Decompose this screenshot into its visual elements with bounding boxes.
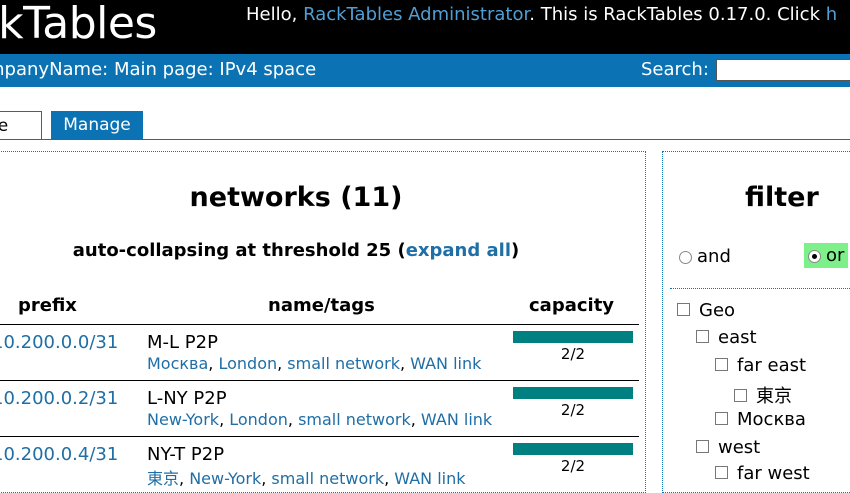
- greeting-suffix: . This is RackTables 0.17.0. Click: [529, 4, 826, 25]
- tag-link[interactable]: small network: [298, 410, 411, 429]
- tag-link[interactable]: WAN link: [421, 410, 492, 429]
- tag-link[interactable]: WAN link: [394, 469, 465, 488]
- and-radio[interactable]: [679, 250, 692, 264]
- tag-tree-item[interactable]: far east: [715, 355, 806, 376]
- table-header-rule: [0, 324, 639, 325]
- and-label: and: [697, 246, 731, 267]
- tab-divider: [0, 139, 850, 140]
- tag-label: west: [718, 437, 761, 458]
- tag-tree-item[interactable]: Geo: [677, 300, 735, 321]
- tag-tree-item[interactable]: far west: [715, 463, 810, 484]
- tag-link[interactable]: small network: [287, 354, 400, 373]
- search-label: Search:: [641, 59, 709, 80]
- user-profile-link[interactable]: RackTables Administrator: [303, 4, 529, 25]
- network-tags: Москва, London, small network, WAN link: [147, 354, 482, 373]
- tag-link[interactable]: small network: [271, 469, 384, 488]
- column-header-prefix[interactable]: prefix: [18, 295, 77, 316]
- filter-or-option[interactable]: or: [804, 243, 849, 268]
- network-name: NY-T P2P: [147, 444, 225, 465]
- tag-checkbox[interactable]: [677, 302, 690, 316]
- filter-and-option[interactable]: and: [679, 246, 731, 267]
- tag-link[interactable]: Москва: [147, 354, 208, 373]
- help-link[interactable]: h: [826, 4, 837, 25]
- filter-title: filter: [745, 182, 819, 213]
- column-header-capacity[interactable]: capacity: [529, 295, 614, 316]
- capacity-bar: [513, 443, 633, 455]
- expand-all-link[interactable]: expand all: [406, 240, 511, 261]
- row-divider: [0, 436, 639, 437]
- tag-tree-item[interactable]: west: [696, 437, 760, 458]
- tab-manage[interactable]: Manage: [51, 111, 143, 139]
- collapse-close: ): [511, 240, 520, 261]
- tag-link[interactable]: London: [229, 410, 288, 429]
- column-header-name-tags[interactable]: name/tags: [268, 295, 375, 316]
- capacity-fill: [513, 387, 633, 399]
- tag-link[interactable]: New-York: [147, 410, 219, 429]
- greeting-prefix: Hello,: [246, 4, 304, 25]
- tag-tree-item[interactable]: east: [696, 327, 757, 348]
- tag-label: east: [718, 327, 757, 348]
- tag-label: Москва: [737, 409, 806, 430]
- top-header: ackTables Hello, RackTables Administrato…: [0, 0, 850, 54]
- network-tags: 東京, New-York, small network, WAN link: [147, 469, 466, 488]
- greeting: Hello, RackTables Administrator. This is…: [246, 4, 837, 25]
- network-prefix-link[interactable]: 10.200.0.4/31: [0, 444, 118, 465]
- collapse-text: auto-collapsing at threshold 25 (: [72, 240, 406, 261]
- capacity-text: 2/2: [560, 401, 586, 419]
- network-tags: New-York, London, small network, WAN lin…: [147, 410, 493, 429]
- tag-checkbox[interactable]: [715, 411, 728, 425]
- capacity-fill: [513, 443, 633, 455]
- tag-link[interactable]: WAN link: [410, 354, 481, 373]
- tag-label: 東京: [756, 386, 792, 407]
- network-prefix-link[interactable]: 10.200.0.2/31: [0, 388, 118, 409]
- capacity-text: 2/2: [560, 345, 586, 363]
- tag-tree-item[interactable]: 東京: [734, 382, 792, 408]
- or-label: or: [826, 245, 845, 266]
- tag-label: far east: [737, 355, 807, 376]
- tag-tree-item[interactable]: Москва: [715, 409, 806, 430]
- row-divider: [0, 380, 639, 381]
- tag-link[interactable]: New-York: [189, 469, 261, 488]
- tag-label: Geo: [699, 300, 736, 321]
- tag-checkbox[interactable]: [734, 388, 747, 402]
- tag-checkbox[interactable]: [715, 357, 728, 371]
- tag-checkbox[interactable]: [696, 439, 709, 453]
- breadcrumb[interactable]: ompanyName: Main page: IPv4 space: [0, 59, 316, 80]
- tag-link[interactable]: London: [218, 354, 277, 373]
- network-name: M-L P2P: [147, 332, 218, 353]
- tag-checkbox[interactable]: [696, 329, 709, 343]
- capacity-bar: [513, 331, 633, 343]
- capacity-bar: [513, 387, 633, 399]
- search-input[interactable]: [716, 59, 850, 81]
- tab-browse[interactable]: wse: [0, 111, 42, 140]
- network-prefix-link[interactable]: 10.200.0.0/31: [0, 332, 118, 353]
- filter-separator: [670, 288, 850, 290]
- capacity-text: 2/2: [560, 457, 586, 475]
- tag-label: far west: [737, 463, 810, 484]
- tag-checkbox[interactable]: [715, 465, 728, 479]
- network-name: L-NY P2P: [147, 388, 227, 409]
- or-radio[interactable]: [808, 249, 821, 263]
- networks-title: networks (11): [189, 182, 403, 213]
- tag-link[interactable]: 東京: [147, 469, 179, 488]
- racktables-logo[interactable]: ackTables: [0, 0, 157, 49]
- capacity-fill: [513, 331, 633, 343]
- collapse-notice: auto-collapsing at threshold 25 (expand …: [0, 240, 592, 261]
